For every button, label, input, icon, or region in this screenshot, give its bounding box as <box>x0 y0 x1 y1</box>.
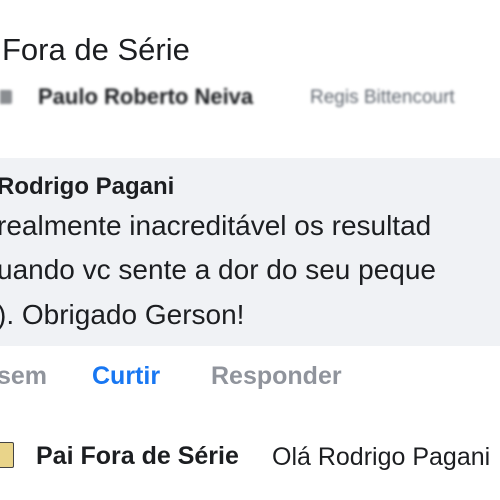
page-title: Fora de Série <box>2 32 190 67</box>
previous-comment-author[interactable]: Paulo Roberto Neiva <box>38 84 253 108</box>
reply-author[interactable]: Pai Fora de Série <box>36 442 239 471</box>
avatar[interactable] <box>0 442 14 468</box>
comment-timestamp[interactable]: sem <box>0 362 47 391</box>
previous-comment-text: Regis Bittencourt <box>310 87 455 108</box>
comment-text-line-2: uando vc sente a dor do seu peque <box>0 254 437 285</box>
previous-comment: Paulo Roberto Neiva Regis Bittencourt <box>0 84 500 108</box>
reply-button[interactable]: Responder <box>211 362 342 391</box>
reply-text: Olá Rodrigo Pagani <box>272 443 491 471</box>
comment-text-line-1: realmente inacreditável os resultad <box>0 210 432 241</box>
comment-text-line-3: ). Obrigado Gerson! <box>0 299 245 330</box>
comment-author[interactable]: Rodrigo Pagani <box>0 173 174 201</box>
reply-arrow-icon <box>0 90 12 104</box>
reply-comment: Pai Fora de Série Olá Rodrigo Pagani <box>0 440 500 474</box>
like-button[interactable]: Curtir <box>92 362 160 391</box>
